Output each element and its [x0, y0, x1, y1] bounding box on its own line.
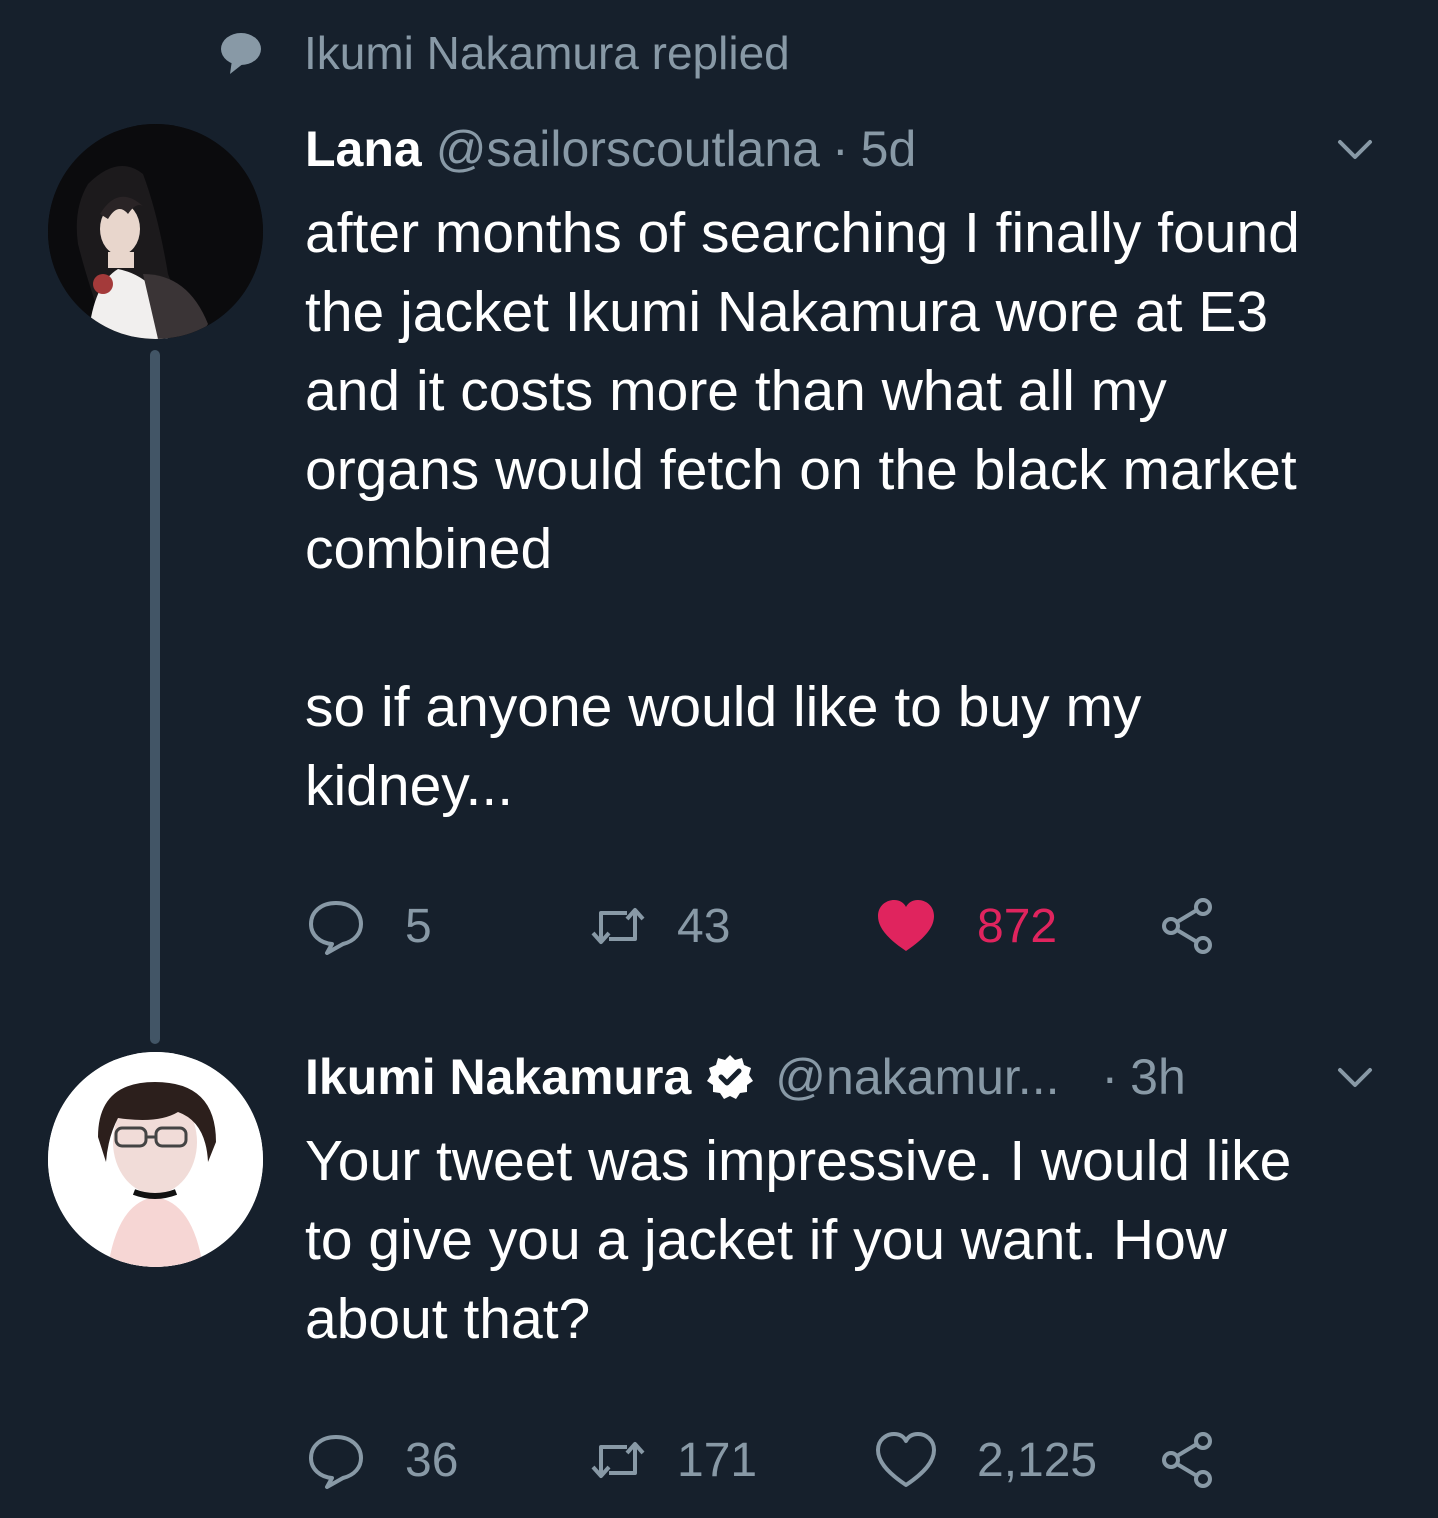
- like-button[interactable]: 872: [875, 891, 1057, 961]
- display-name[interactable]: Lana: [305, 116, 422, 182]
- retweet-button[interactable]: 171: [587, 1425, 757, 1495]
- share-button[interactable]: [1157, 891, 1219, 961]
- reply-button[interactable]: 5: [305, 891, 432, 961]
- tweet-header: Lana @sailorscoutlana · 5d: [305, 116, 1378, 182]
- tweet-lana[interactable]: Lana @sailorscoutlana · 5d after months …: [305, 116, 1378, 826]
- avatar-image: [48, 124, 263, 339]
- avatar-lana[interactable]: [48, 124, 263, 339]
- avatar-ikumi-nakamura[interactable]: [48, 1052, 263, 1267]
- reply-icon: [309, 1435, 363, 1489]
- verified-badge-icon: [707, 1055, 754, 1099]
- tweet-thread: Ikumi Nakamura replied Lana @sailorscout…: [0, 0, 1438, 1518]
- separator-dot: ·: [831, 121, 849, 177]
- share-icon: [1162, 1432, 1212, 1488]
- tweet-text: Your tweet was impressive. I would like …: [305, 1129, 1292, 1351]
- reply-bubble-icon: [221, 33, 261, 74]
- retweet-count: 171: [677, 1433, 758, 1487]
- like-button[interactable]: 2,125: [875, 1425, 1097, 1495]
- tweet-header: Ikumi Nakamura @nakamur... · 3h: [305, 1044, 1378, 1110]
- retweet-icon: [591, 908, 645, 944]
- social-context: Ikumi Nakamura replied: [218, 26, 790, 80]
- retweet-button[interactable]: 43: [587, 891, 730, 961]
- timestamp[interactable]: 5d: [861, 116, 917, 182]
- avatar-image: [48, 1052, 263, 1267]
- user-handle[interactable]: @sailorscoutlana: [436, 116, 820, 182]
- reply-button[interactable]: 36: [305, 1425, 458, 1495]
- reply-count: 36: [405, 1433, 459, 1487]
- retweet-count: 43: [677, 899, 731, 953]
- like-count: 2,125: [977, 1433, 1098, 1487]
- timestamp[interactable]: 3h: [1130, 1044, 1186, 1110]
- reply-count: 5: [405, 899, 432, 953]
- user-handle[interactable]: @nakamur...: [775, 1044, 1059, 1110]
- share-button[interactable]: [1157, 1425, 1219, 1495]
- chevron-down-icon[interactable]: [1332, 1054, 1378, 1100]
- thread-connector-line: [150, 350, 160, 1044]
- tweet-ikumi-nakamura[interactable]: Ikumi Nakamura @nakamur... · 3h Your twe…: [305, 1044, 1378, 1359]
- share-icon: [1162, 898, 1212, 954]
- tweet-text: after months of searching I finally foun…: [305, 201, 1300, 818]
- separator-dot: ·: [1101, 1049, 1119, 1105]
- retweet-icon: [591, 1442, 645, 1478]
- reply-icon: [309, 901, 363, 955]
- display-name[interactable]: Ikumi Nakamura: [305, 1044, 691, 1110]
- social-context-text: Ikumi Nakamura replied: [304, 27, 790, 79]
- chevron-down-icon[interactable]: [1332, 126, 1378, 172]
- heart-icon: [878, 900, 934, 951]
- like-count: 872: [977, 899, 1058, 953]
- heart-icon: [876, 1432, 936, 1487]
